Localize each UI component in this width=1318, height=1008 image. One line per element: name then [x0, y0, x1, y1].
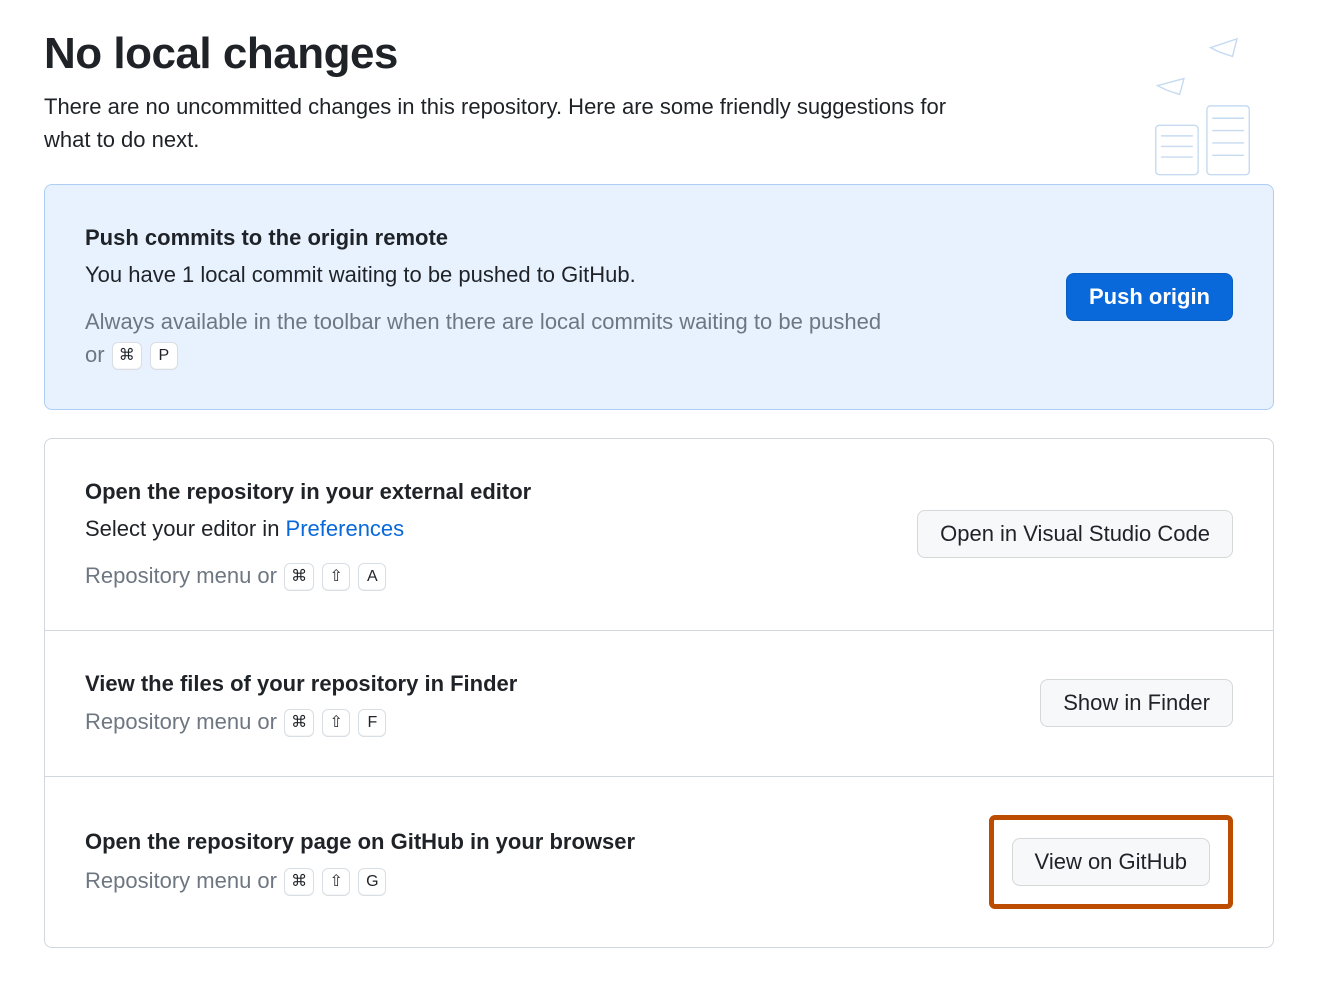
- push-origin-description: You have 1 local commit waiting to be pu…: [85, 260, 1042, 291]
- p-key-icon: P: [150, 342, 178, 370]
- open-editor-description: Select your editor in Preferences: [85, 514, 893, 545]
- show-finder-row: View the files of your repository in Fin…: [45, 630, 1273, 777]
- suggestion-cards: Push commits to the origin remote You ha…: [44, 184, 1274, 948]
- view-github-hint-text: Repository menu or: [85, 868, 283, 893]
- cmd-key-icon: ⌘: [284, 563, 314, 591]
- shift-key-icon: ⇧: [322, 709, 350, 737]
- a-key-icon: A: [358, 563, 386, 591]
- push-origin-card: Push commits to the origin remote You ha…: [44, 184, 1274, 410]
- show-in-finder-button[interactable]: Show in Finder: [1040, 679, 1233, 727]
- show-finder-hint-text: Repository menu or: [85, 709, 283, 734]
- push-origin-row: Push commits to the origin remote You ha…: [45, 185, 1273, 409]
- shift-key-icon: ⇧: [322, 563, 350, 591]
- push-origin-button[interactable]: Push origin: [1066, 273, 1233, 321]
- open-in-editor-button[interactable]: Open in Visual Studio Code: [917, 510, 1233, 558]
- push-origin-hint: Always available in the toolbar when the…: [85, 305, 885, 371]
- open-editor-row: Open the repository in your external edi…: [45, 439, 1273, 630]
- push-origin-title: Push commits to the origin remote: [85, 223, 1042, 254]
- open-editor-title: Open the repository in your external edi…: [85, 477, 893, 508]
- secondary-suggestions-card: Open the repository in your external edi…: [44, 438, 1274, 948]
- page-title: No local changes: [44, 30, 1274, 78]
- cmd-key-icon: ⌘: [284, 709, 314, 737]
- highlight-frame: View on GitHub: [989, 815, 1233, 909]
- preferences-link[interactable]: Preferences: [286, 516, 405, 541]
- g-key-icon: G: [358, 868, 386, 896]
- cmd-key-icon: ⌘: [112, 342, 142, 370]
- page-subtitle: There are no uncommitted changes in this…: [44, 90, 994, 156]
- view-on-github-button[interactable]: View on GitHub: [1012, 838, 1210, 886]
- open-editor-hint-text: Repository menu or: [85, 563, 283, 588]
- shift-key-icon: ⇧: [322, 868, 350, 896]
- f-key-icon: F: [358, 709, 386, 737]
- view-github-row: Open the repository page on GitHub in yo…: [45, 776, 1273, 947]
- show-finder-hint: Repository menu or ⌘ ⇧ F: [85, 705, 1016, 738]
- open-editor-desc-prefix: Select your editor in: [85, 516, 286, 541]
- cmd-key-icon: ⌘: [284, 868, 314, 896]
- view-github-title: Open the repository page on GitHub in yo…: [85, 827, 965, 858]
- view-github-hint: Repository menu or ⌘ ⇧ G: [85, 864, 965, 897]
- header: No local changes There are no uncommitte…: [44, 30, 1274, 156]
- push-origin-hint-text: Always available in the toolbar when the…: [85, 309, 881, 367]
- show-finder-title: View the files of your repository in Fin…: [85, 669, 1016, 700]
- open-editor-hint: Repository menu or ⌘ ⇧ A: [85, 559, 893, 592]
